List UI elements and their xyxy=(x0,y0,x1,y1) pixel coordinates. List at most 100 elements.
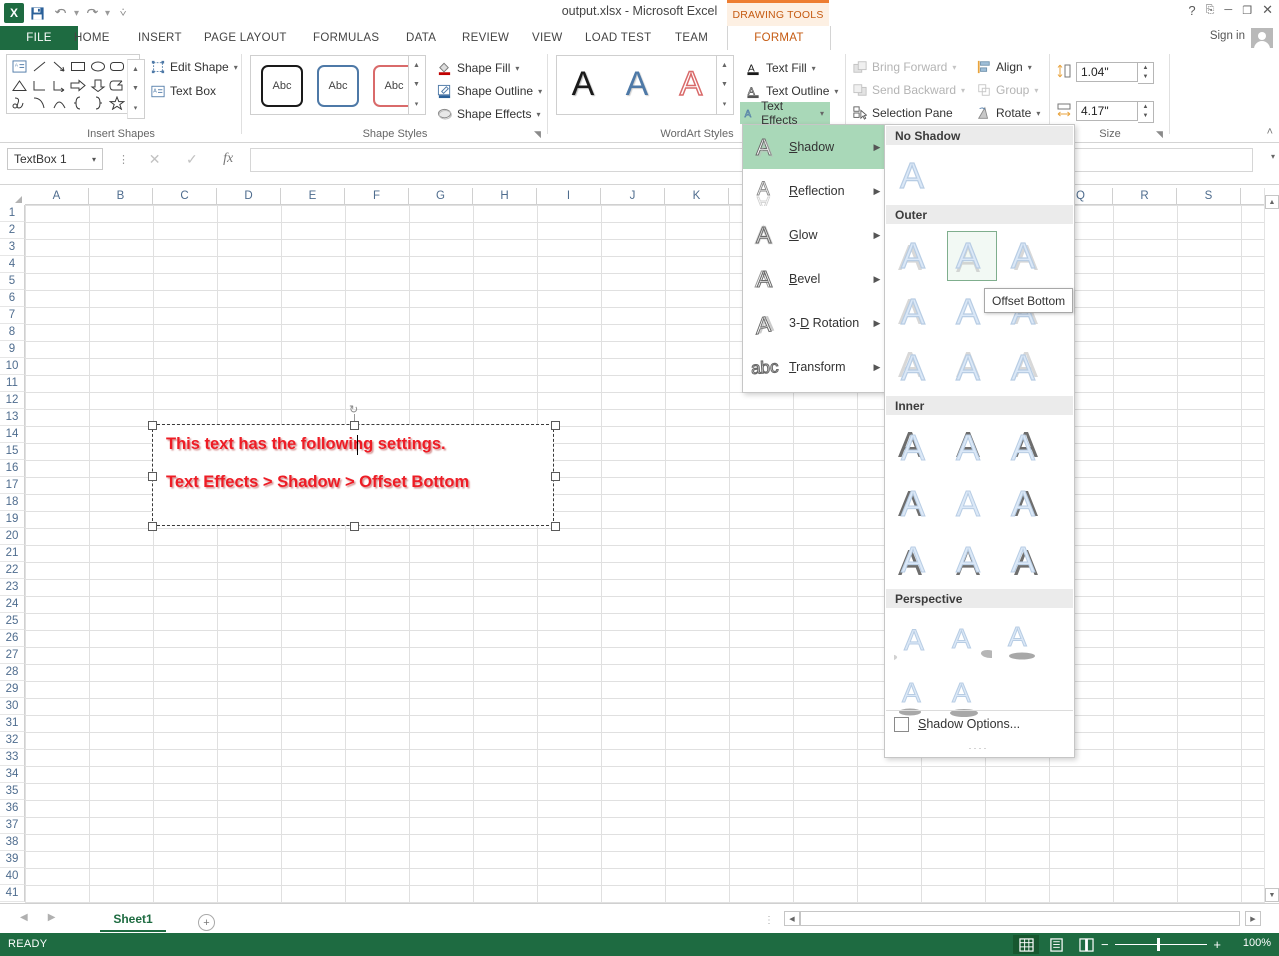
row-header-15[interactable]: 15 xyxy=(0,443,25,460)
textbox-shape[interactable]: This text has the following settings. Te… xyxy=(152,424,554,526)
cancel-entry-icon[interactable]: ✕ xyxy=(149,151,161,168)
shape-style-black[interactable]: Abc xyxy=(261,65,303,107)
row-header-2[interactable]: 2 xyxy=(0,222,25,239)
menu-item-reflection[interactable]: AA Reflection ▶ xyxy=(743,169,887,213)
menu-item-bevel[interactable]: AA Bevel ▶ xyxy=(743,257,887,301)
row-header-20[interactable]: 20 xyxy=(0,528,25,545)
row-header-21[interactable]: 21 xyxy=(0,545,25,562)
shadow-thumb-outer-4[interactable]: AA xyxy=(891,287,941,337)
name-box-caret-icon[interactable]: ▾ xyxy=(92,155,96,164)
column-header-E[interactable]: E xyxy=(281,188,345,205)
width-spin-up-icon[interactable]: ▲ xyxy=(1138,102,1153,111)
scroll-down-icon[interactable]: ▼ xyxy=(1265,888,1279,902)
row-header-1[interactable]: 1 xyxy=(0,205,25,222)
tab-formulas[interactable]: FORMULAS xyxy=(303,26,389,50)
shape-styles-gallery[interactable]: Abc Abc Abc xyxy=(250,55,415,115)
row-header-18[interactable]: 18 xyxy=(0,494,25,511)
edit-shape-button[interactable]: Edit Shape ▾ xyxy=(148,56,241,78)
avatar[interactable] xyxy=(1251,28,1273,50)
align-button[interactable]: Align ▾ xyxy=(974,56,1035,78)
shape-rounded-rectangle-icon[interactable] xyxy=(106,57,127,75)
row-header-13[interactable]: 13 xyxy=(0,409,25,426)
shapes-more-icon[interactable]: ▾ xyxy=(128,98,143,117)
collapse-ribbon-button[interactable]: ˄ xyxy=(1267,126,1273,138)
shadow-gallery-panel[interactable]: No Shadow A Outer AA AA AA AA AA AA AA A… xyxy=(884,124,1075,758)
shape-curve-icon[interactable] xyxy=(29,94,50,112)
shadow-thumb-outer-1[interactable]: AA xyxy=(891,231,941,281)
shadow-options-item[interactable]: Shadow Options... xyxy=(885,711,1072,737)
shape-height-input[interactable]: 1.04" xyxy=(1076,62,1138,82)
handle-middle-left[interactable] xyxy=(148,472,157,481)
row-header-14[interactable]: 14 xyxy=(0,426,25,443)
tab-team[interactable]: TEAM xyxy=(665,26,718,50)
shape-star-icon[interactable] xyxy=(106,94,127,112)
menu-item-transform[interactable]: abc Transform ▶ xyxy=(743,345,887,389)
row-header-38[interactable]: 38 xyxy=(0,834,25,851)
tab-review[interactable]: REVIEW xyxy=(452,26,519,50)
shapes-scroll-down-icon[interactable]: ▼ xyxy=(128,79,143,98)
column-header-D[interactable]: D xyxy=(217,188,281,205)
zoom-out-button[interactable]: − xyxy=(1101,937,1109,952)
sheet-tab-sheet1[interactable]: Sheet1 xyxy=(100,907,166,932)
send-backward-caret-icon[interactable]: ▾ xyxy=(961,86,965,95)
selection-pane-button[interactable]: Selection Pane xyxy=(850,102,956,124)
shape-flowchart-icon[interactable] xyxy=(106,76,127,94)
row-header-27[interactable]: 27 xyxy=(0,647,25,664)
shape-height-spinner[interactable]: ▲ ▼ xyxy=(1138,62,1154,84)
restore-icon[interactable]: ❐ xyxy=(1242,4,1252,17)
shape-styles-scrollbar[interactable]: ▲ ▼ ▾ xyxy=(408,55,426,115)
shadow-thumb-outer-7[interactable]: AA xyxy=(891,343,941,393)
shape-fill-button[interactable]: Shape Fill ▾ xyxy=(434,57,522,79)
row-header-39[interactable]: 39 xyxy=(0,851,25,868)
sign-in-link[interactable]: Sign in xyxy=(1210,30,1245,42)
shadow-thumb-inner-9[interactable]: AA xyxy=(1003,534,1053,584)
shape-outline-caret-icon[interactable]: ▾ xyxy=(538,87,542,96)
row-header-40[interactable]: 40 xyxy=(0,868,25,885)
zoom-slider-thumb[interactable] xyxy=(1157,938,1160,951)
ribbon-display-options-icon[interactable]: ⎘ xyxy=(1206,4,1215,17)
page-layout-view-icon[interactable] xyxy=(1043,935,1069,954)
handle-middle-right[interactable] xyxy=(551,472,560,481)
shape-styles-scroll-up-icon[interactable]: ▲ xyxy=(409,56,424,75)
menu-resize-grip[interactable]: ···· xyxy=(885,743,1072,753)
group-button[interactable]: Group ▾ xyxy=(974,79,1041,101)
column-header-A[interactable]: A xyxy=(25,188,89,205)
shape-effects-button[interactable]: Shape Effects ▾ xyxy=(434,103,544,125)
column-header-H[interactable]: H xyxy=(473,188,537,205)
vertical-scrollbar[interactable]: ▲ ▼ xyxy=(1264,188,1279,903)
tab-format[interactable]: FORMAT xyxy=(727,26,831,50)
row-header-10[interactable]: 10 xyxy=(0,358,25,375)
row-header-31[interactable]: 31 xyxy=(0,715,25,732)
row-header-29[interactable]: 29 xyxy=(0,681,25,698)
shadow-thumb-inner-3[interactable]: AA xyxy=(1003,422,1053,472)
wordart-styles-gallery[interactable]: A A A xyxy=(556,55,718,115)
edit-shape-caret-icon[interactable]: ▾ xyxy=(234,63,238,72)
shape-rectangle-icon[interactable] xyxy=(67,57,88,75)
text-effects-menu[interactable]: AA Shadow ▶ AA Reflection ▶ AA Glow ▶ AA… xyxy=(742,124,888,393)
shadow-thumb-perspective-1[interactable]: A xyxy=(893,617,943,667)
shape-styles-scroll-down-icon[interactable]: ▼ xyxy=(409,75,424,94)
shadow-thumb-outer-2-offset-bottom[interactable]: AA xyxy=(947,231,997,281)
hscroll-left-icon[interactable]: ◀ xyxy=(784,911,800,926)
handle-top-center[interactable] xyxy=(350,421,359,430)
text-fill-button[interactable]: A Text Fill ▾ xyxy=(743,57,819,79)
add-sheet-button[interactable]: + xyxy=(198,914,215,931)
rotation-handle[interactable]: ↻ xyxy=(349,403,360,416)
row-header-41[interactable]: 41 xyxy=(0,885,25,902)
row-header-33[interactable]: 33 xyxy=(0,749,25,766)
row-header-34[interactable]: 34 xyxy=(0,766,25,783)
row-header-11[interactable]: 11 xyxy=(0,375,25,392)
align-caret-icon[interactable]: ▾ xyxy=(1028,63,1032,72)
tab-load-test[interactable]: LOAD TEST xyxy=(575,26,661,50)
row-header-4[interactable]: 4 xyxy=(0,256,25,273)
grid-cells[interactable] xyxy=(25,205,1267,903)
horizontal-scrollbar[interactable] xyxy=(800,911,1240,926)
shadow-thumb-inner-4[interactable]: AA xyxy=(891,478,941,528)
row-header-24[interactable]: 24 xyxy=(0,596,25,613)
select-all-corner[interactable] xyxy=(0,188,26,206)
shadow-thumb-outer-8[interactable]: AA xyxy=(947,343,997,393)
handle-bottom-right[interactable] xyxy=(551,522,560,531)
rotate-caret-icon[interactable]: ▾ xyxy=(1036,109,1040,118)
shape-left-brace-icon[interactable] xyxy=(67,94,88,112)
row-header-30[interactable]: 30 xyxy=(0,698,25,715)
